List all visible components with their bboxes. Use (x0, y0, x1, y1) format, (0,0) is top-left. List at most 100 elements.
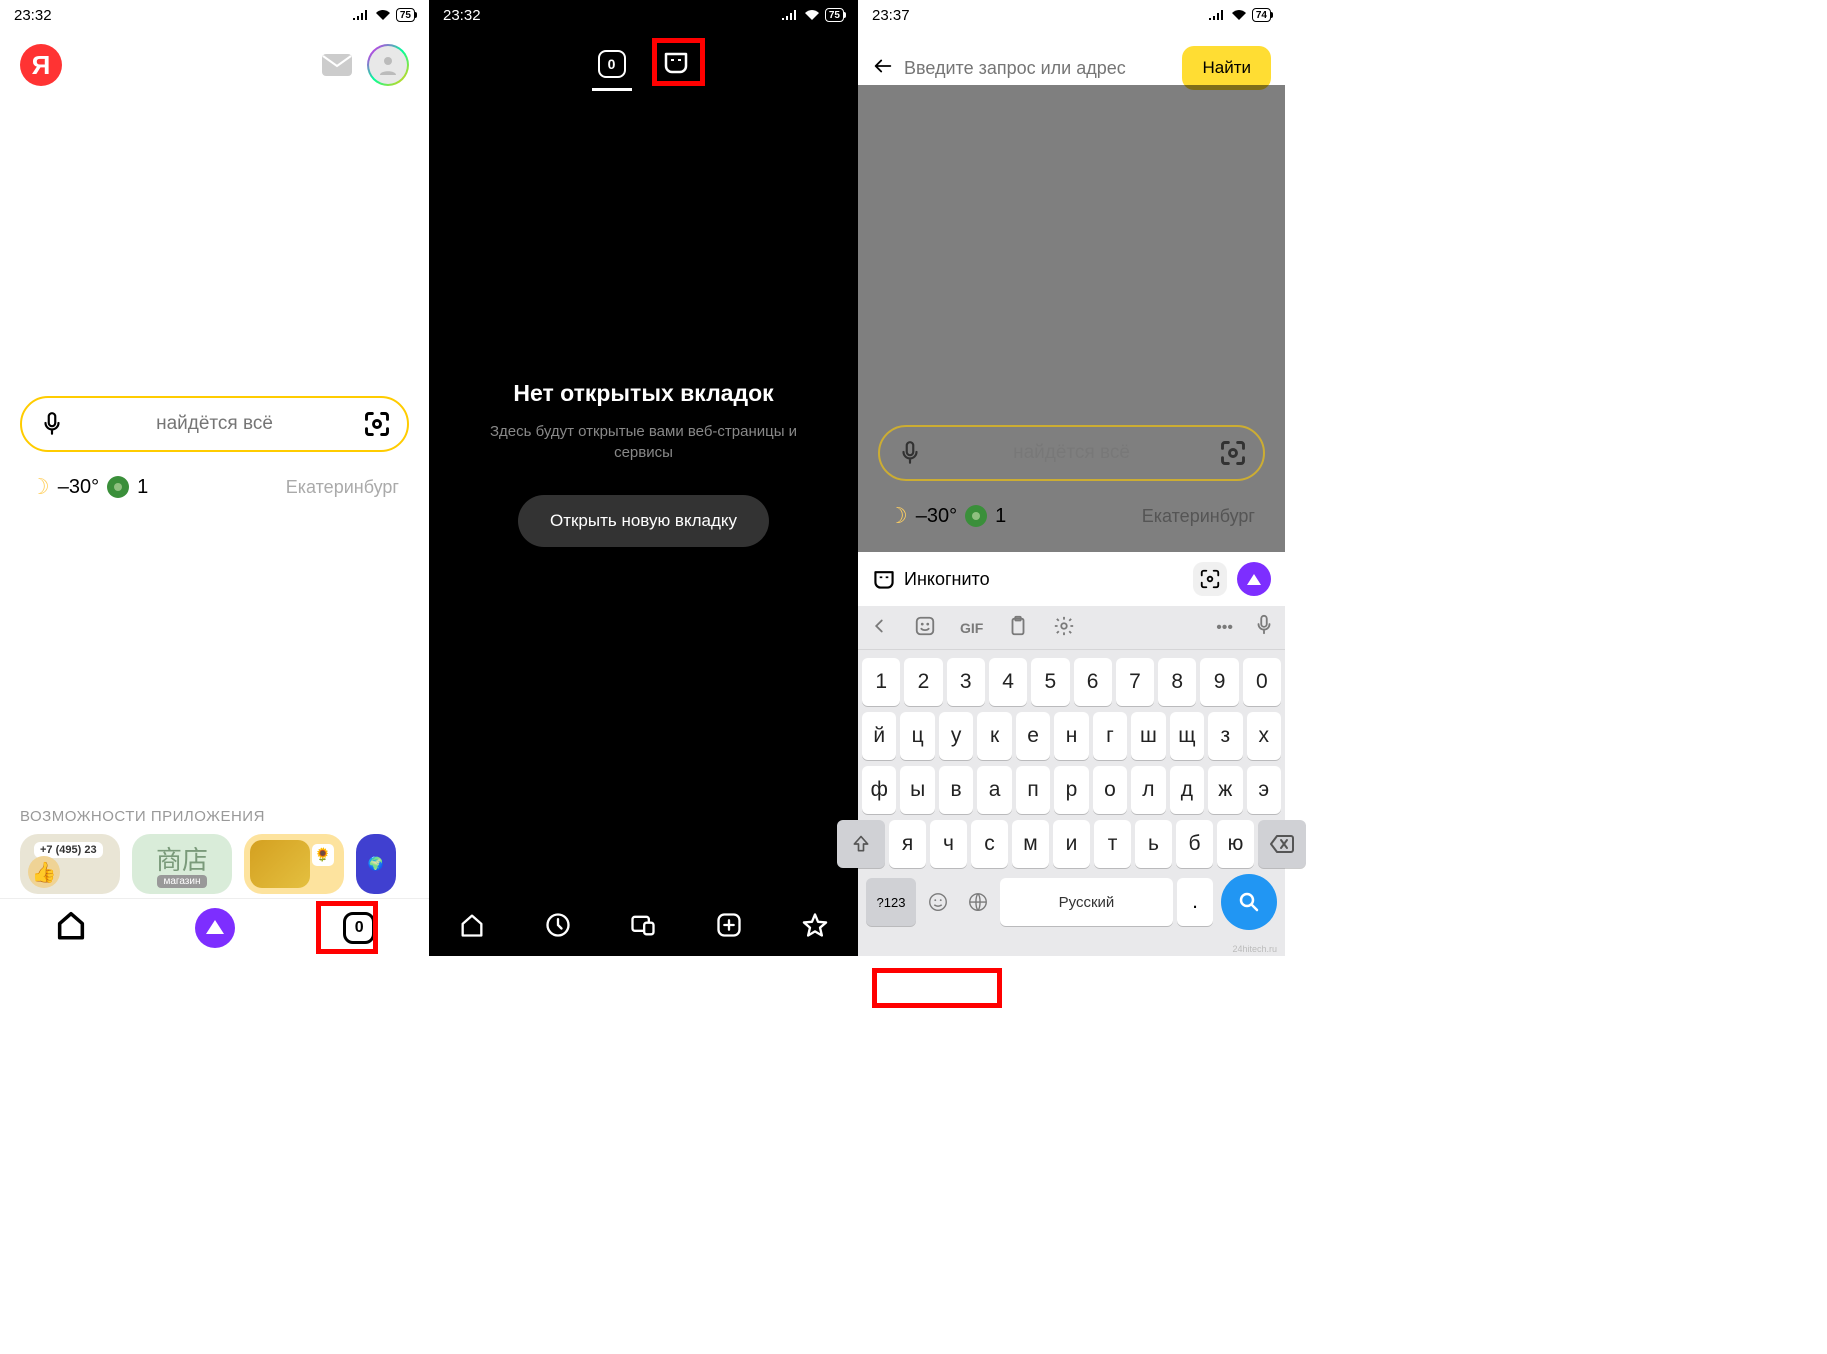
highlight-box (872, 968, 1002, 1008)
key-ф[interactable]: ф (862, 766, 896, 814)
address-input[interactable] (904, 58, 1172, 79)
key-л[interactable]: л (1131, 766, 1165, 814)
kb-clipboard-icon[interactable] (1007, 615, 1029, 640)
lens-icon[interactable] (1193, 562, 1227, 596)
key-щ[interactable]: щ (1170, 712, 1204, 760)
kb-shift-key[interactable] (837, 820, 885, 868)
key-р[interactable]: р (1054, 766, 1088, 814)
alice-icon[interactable] (1237, 562, 1271, 596)
find-button[interactable]: Найти (1182, 46, 1271, 90)
key-е[interactable]: е (1016, 712, 1050, 760)
suggest-row: Инкогнито (858, 552, 1285, 606)
moon-icon: ☽ (888, 503, 908, 529)
status-icons: 75 (352, 8, 415, 22)
weather-row[interactable]: ☽ –30° 1 Екатеринбург (0, 466, 429, 508)
tab-normal[interactable]: 0 (598, 50, 626, 91)
home-icon[interactable] (54, 908, 88, 947)
key-п[interactable]: п (1016, 766, 1050, 814)
dimmed-background: ☽ –30° 1 Екатеринбург (858, 85, 1285, 564)
key-э[interactable]: э (1247, 766, 1281, 814)
star-icon[interactable] (801, 911, 829, 944)
key-4[interactable]: 4 (989, 658, 1027, 706)
kb-globe-key[interactable] (960, 878, 996, 926)
mail-icon[interactable] (321, 53, 353, 77)
search-input[interactable] (78, 413, 351, 435)
search-bar[interactable] (20, 396, 409, 452)
kb-emoji-key[interactable] (920, 878, 956, 926)
wifi-icon (374, 8, 392, 22)
key-с[interactable]: с (971, 820, 1008, 868)
key-к[interactable]: к (977, 712, 1011, 760)
kb-mic-icon[interactable] (1253, 614, 1275, 641)
kb-gear-icon[interactable] (1053, 615, 1075, 640)
yandex-logo[interactable]: Я (20, 44, 62, 86)
kb-toolbar: GIF ••• (858, 606, 1285, 650)
key-у[interactable]: у (939, 712, 973, 760)
battery-icon: 75 (825, 8, 844, 22)
kb-back-icon[interactable] (868, 615, 890, 640)
home-icon[interactable] (458, 911, 486, 944)
key-ш[interactable]: ш (1131, 712, 1165, 760)
city: Екатеринбург (1142, 506, 1255, 527)
kb-search-key[interactable] (1221, 874, 1277, 930)
alice-icon[interactable] (195, 908, 235, 948)
key-3[interactable]: 3 (947, 658, 985, 706)
key-7[interactable]: 7 (1116, 658, 1154, 706)
key-д[interactable]: д (1170, 766, 1204, 814)
lens-icon[interactable] (363, 410, 391, 438)
kb-backspace-key[interactable] (1258, 820, 1306, 868)
highlight-box (316, 901, 378, 954)
back-icon[interactable] (872, 55, 894, 82)
watermark: 24hitech.ru (1232, 944, 1277, 954)
key-ч[interactable]: ч (930, 820, 967, 868)
key-я[interactable]: я (889, 820, 926, 868)
key-и[interactable]: и (1053, 820, 1090, 868)
key-8[interactable]: 8 (1158, 658, 1196, 706)
kb-gif-label[interactable]: GIF (960, 620, 983, 636)
kb-row-b: фывапролджэ (862, 766, 1281, 814)
key-й[interactable]: й (862, 712, 896, 760)
key-з[interactable]: з (1208, 712, 1242, 760)
kb-space-key[interactable]: Русский (1000, 878, 1173, 926)
history-icon[interactable] (544, 911, 572, 944)
mic-icon[interactable] (38, 410, 66, 438)
city: Екатеринбург (286, 477, 399, 498)
key-6[interactable]: 6 (1074, 658, 1112, 706)
app-tile-shop[interactable]: 商店 магазин (132, 834, 232, 894)
status-icons: 74 (1208, 8, 1271, 22)
key-ж[interactable]: ж (1208, 766, 1242, 814)
add-tab-icon[interactable] (715, 911, 743, 944)
app-tile-photo[interactable]: 🌻 (244, 834, 344, 894)
incognito-chip[interactable]: Инкогнито (872, 568, 990, 590)
key-ю[interactable]: ю (1217, 820, 1254, 868)
key-н[interactable]: н (1054, 712, 1088, 760)
key-9[interactable]: 9 (1200, 658, 1238, 706)
kb-sym-key[interactable]: ?123 (866, 878, 916, 926)
key-ы[interactable]: ы (900, 766, 934, 814)
kb-more-icon[interactable]: ••• (1216, 619, 1233, 637)
key-т[interactable]: т (1094, 820, 1131, 868)
key-2[interactable]: 2 (904, 658, 942, 706)
empty-title: Нет открытых вкладок (459, 380, 828, 407)
key-0[interactable]: 0 (1243, 658, 1281, 706)
key-5[interactable]: 5 (1031, 658, 1069, 706)
key-м[interactable]: м (1012, 820, 1049, 868)
kb-sticker-icon[interactable] (914, 615, 936, 640)
devices-icon[interactable] (629, 911, 657, 944)
key-в[interactable]: в (939, 766, 973, 814)
key-х[interactable]: х (1247, 712, 1281, 760)
key-ь[interactable]: ь (1135, 820, 1172, 868)
screen-home: 23:32 75 Я ☽ –30° 1 Екатеринбург ВОЗМОЖН… (0, 0, 429, 956)
key-г[interactable]: г (1093, 712, 1127, 760)
app-tile-phone[interactable]: +7 (495) 23 👍 (20, 834, 120, 894)
key-ц[interactable]: ц (900, 712, 934, 760)
key-а[interactable]: а (977, 766, 1011, 814)
avatar[interactable] (367, 44, 409, 86)
key-1[interactable]: 1 (862, 658, 900, 706)
key-о[interactable]: о (1093, 766, 1127, 814)
kb-dot-key[interactable]: . (1177, 878, 1213, 926)
eco-icon (965, 505, 987, 527)
new-tab-button[interactable]: Открыть новую вкладку (518, 495, 769, 547)
app-tile-globe[interactable]: 🌍 (356, 834, 396, 894)
key-б[interactable]: б (1176, 820, 1213, 868)
